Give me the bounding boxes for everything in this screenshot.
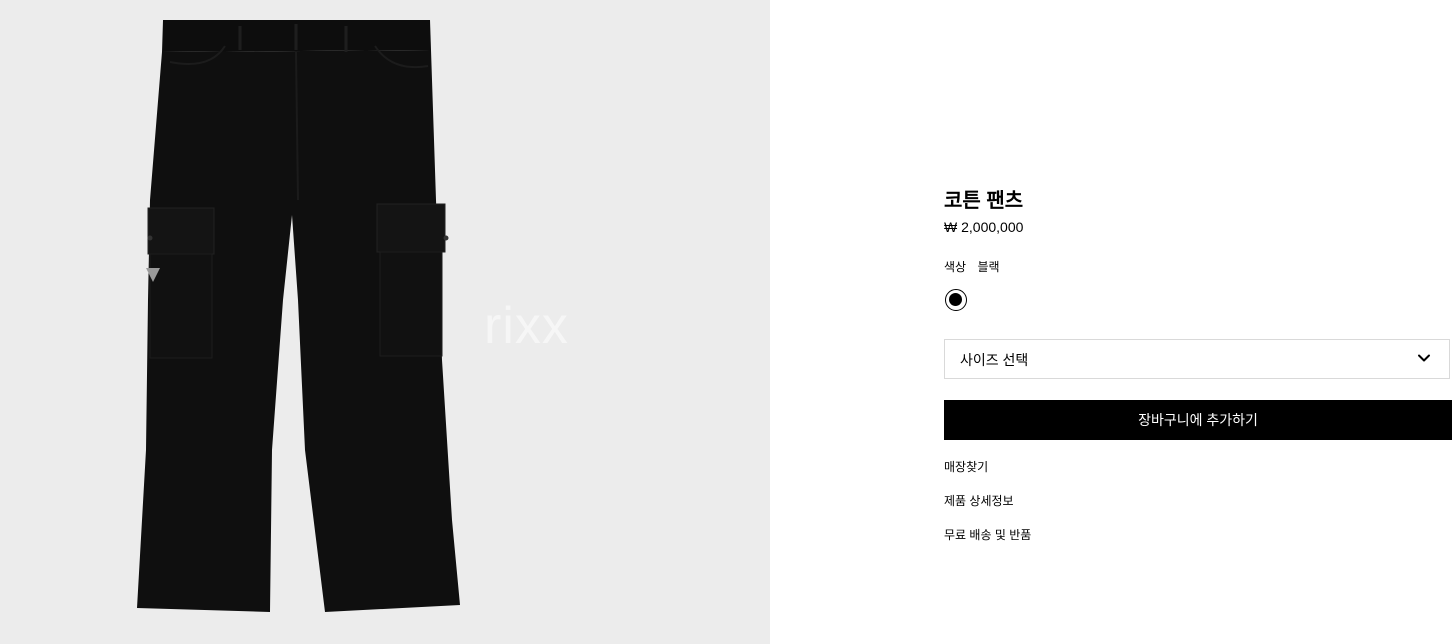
product-page: rixx 코튼 팬츠 ₩ 2,000,000 색상 블랙 사이즈 선택 장바구니…: [0, 0, 1452, 644]
color-value: 블랙: [977, 260, 1000, 274]
product-details-link[interactable]: 제품 상세정보: [944, 492, 1014, 509]
size-select-dropdown[interactable]: 사이즈 선택: [944, 339, 1450, 379]
product-title: 코튼 팬츠: [944, 190, 1024, 212]
cargo-pants-illustration: [137, 20, 460, 612]
color-label: 색상: [944, 260, 967, 274]
watermark-text: rixx: [484, 297, 569, 355]
color-swatch-black[interactable]: [945, 289, 967, 311]
size-select-label: 사이즈 선택: [960, 352, 1029, 368]
find-store-link[interactable]: 매장찾기: [944, 458, 988, 475]
add-to-cart-button[interactable]: 장바구니에 추가하기: [944, 400, 1452, 440]
product-info-panel: 코튼 팬츠 ₩ 2,000,000 색상 블랙 사이즈 선택 장바구니에 추가하…: [944, 0, 1452, 644]
product-price: ₩ 2,000,000: [944, 219, 1024, 235]
shipping-returns-link[interactable]: 무료 배송 및 반품: [944, 526, 1031, 543]
color-info: 색상 블랙: [944, 258, 1000, 275]
product-image: rixx: [0, 0, 770, 644]
chevron-down-icon: [1418, 354, 1430, 362]
